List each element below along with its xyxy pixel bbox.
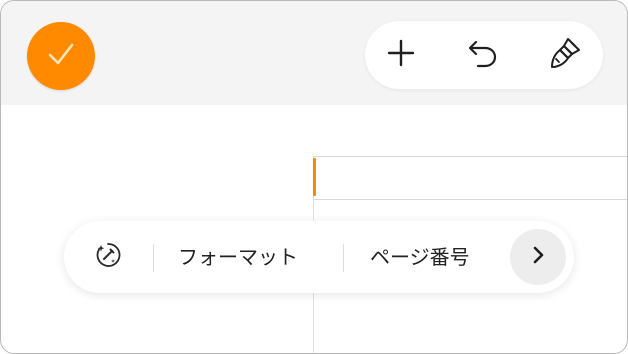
auto-format-button[interactable] (92, 241, 124, 273)
menu-item-page-number[interactable]: ページ番号 (370, 243, 470, 271)
text-cursor (313, 158, 316, 196)
undo-button[interactable] (461, 33, 505, 77)
menu-divider (153, 244, 154, 272)
chevron-right-icon (528, 245, 548, 269)
undo-icon (466, 36, 500, 74)
insert-button[interactable] (379, 33, 423, 77)
checkmark-icon (44, 37, 78, 75)
plus-icon (386, 38, 416, 72)
format-sparkle-icon (94, 241, 122, 273)
done-button[interactable] (27, 22, 95, 90)
menu-divider (343, 244, 344, 272)
header-text-field[interactable] (313, 156, 627, 200)
paintbrush-icon (547, 35, 583, 75)
menu-item-format[interactable]: フォーマット (178, 243, 298, 271)
format-brush-button[interactable] (543, 33, 587, 77)
toolbar-pill (365, 21, 603, 89)
top-toolbar-area (1, 1, 627, 105)
context-menu: フォーマット ページ番号 (64, 221, 574, 293)
more-options-button[interactable] (510, 229, 566, 285)
app-window: フォーマット ページ番号 (0, 0, 628, 354)
